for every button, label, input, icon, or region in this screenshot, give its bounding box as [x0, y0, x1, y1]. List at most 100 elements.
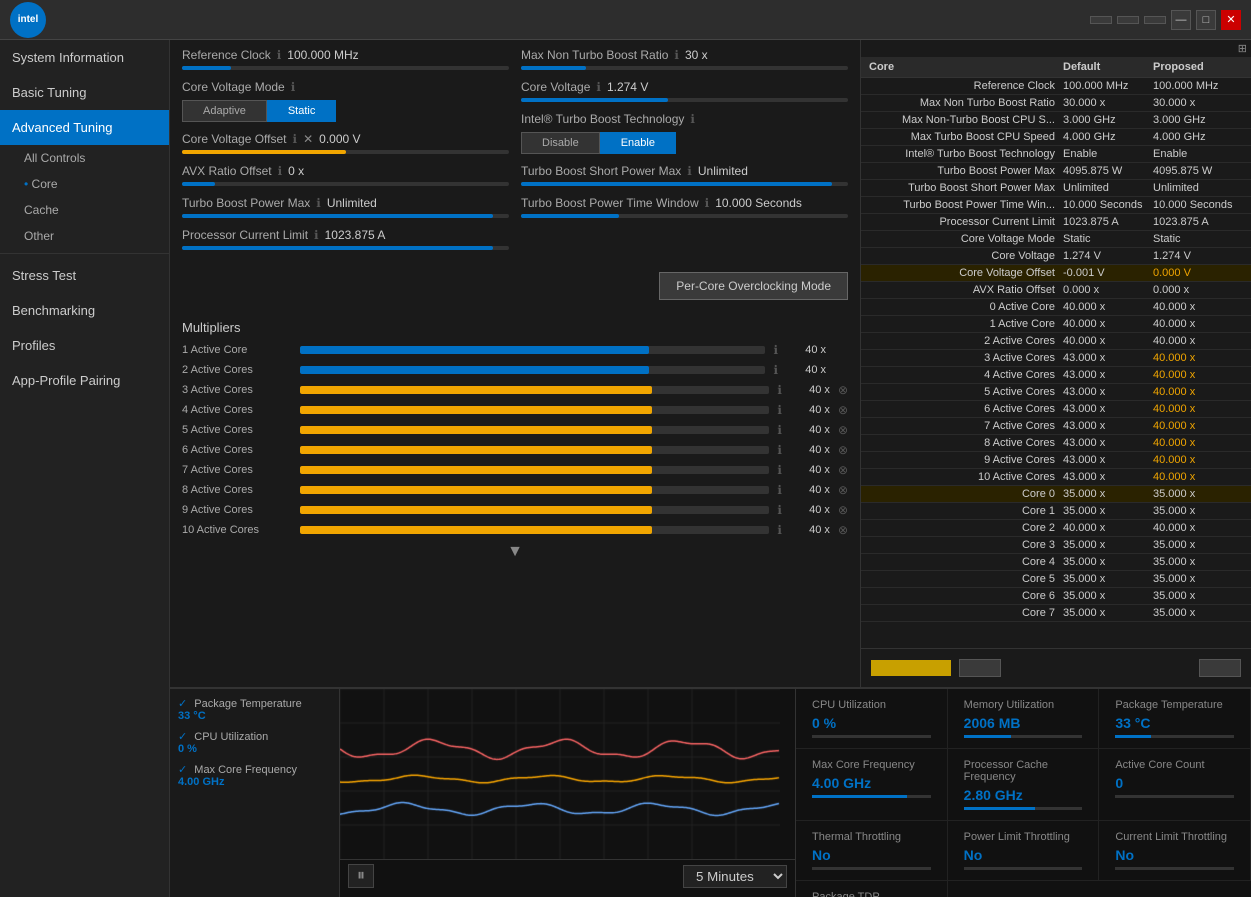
multiplier-bar-10[interactable] [300, 526, 769, 534]
multiplier-info-icon-6[interactable]: ℹ [777, 443, 782, 457]
stat-memory-utilization: Memory Utilization 2006 MB [948, 689, 1100, 749]
max-non-turbo-slider[interactable] [521, 66, 848, 70]
right-row-label-9: Core Voltage Mode [869, 233, 1063, 245]
static-button[interactable]: Static [267, 100, 337, 122]
turbo-boost-time-window-info-icon[interactable]: ℹ [705, 196, 710, 210]
multiplier-reset-icon-9[interactable]: ⊗ [838, 523, 848, 537]
multiplier-info-icon-5[interactable]: ℹ [777, 423, 782, 437]
save-button[interactable] [1199, 659, 1241, 677]
multiplier-bar-7[interactable] [300, 466, 769, 474]
disable-button[interactable]: Disable [521, 132, 600, 154]
multiplier-bar-2[interactable] [300, 366, 765, 374]
right-row-default-0: 100.000 MHz [1063, 80, 1153, 92]
core-voltage-offset-info-icon[interactable]: ℹ [293, 132, 298, 146]
multiplier-reset-icon-8[interactable]: ⊗ [838, 503, 848, 517]
apply-button[interactable] [871, 660, 951, 676]
turbo-boost-power-max-info-icon[interactable]: ℹ [316, 196, 321, 210]
turbo-boost-tech-info-icon[interactable]: ℹ [690, 112, 695, 126]
reference-clock-info-icon[interactable]: ℹ [277, 48, 282, 62]
max-non-turbo-info-icon[interactable]: ℹ [674, 48, 679, 62]
multiplier-info-icon-4[interactable]: ℹ [777, 403, 782, 417]
multiplier-reset-icon-6[interactable]: ⊗ [838, 463, 848, 477]
reference-clock-value: 100.000 MHz [287, 48, 358, 62]
multiplier-info-icon-1[interactable]: ℹ [773, 343, 778, 357]
sidebar-item-benchmarking[interactable]: Benchmarking [0, 293, 169, 328]
multiplier-fill-3 [300, 386, 652, 394]
multiplier-label-2: 2 Active Cores [182, 364, 292, 376]
turbo-boost-short-power-info-icon[interactable]: ℹ [687, 164, 692, 178]
time-range-select[interactable]: 5 Minutes 10 Minutes 30 Minutes [683, 865, 787, 888]
processor-current-limit-info-icon[interactable]: ℹ [314, 228, 319, 242]
right-row-16: 3 Active Cores 43.000 x 40.000 x [861, 350, 1251, 367]
maximize-button[interactable]: □ [1196, 10, 1216, 30]
close-button[interactable]: ✕ [1221, 10, 1241, 30]
core-voltage-info-icon[interactable]: ℹ [596, 80, 601, 94]
enable-button[interactable]: Enable [600, 132, 676, 154]
multiplier-bar-1[interactable] [300, 346, 765, 354]
per-core-container: Per-Core Overclocking Mode [182, 264, 848, 308]
multiplier-info-icon-2[interactable]: ℹ [773, 363, 778, 377]
multiplier-bar-5[interactable] [300, 426, 769, 434]
sidebar-sub-other[interactable]: Other [0, 223, 169, 249]
multiplier-reset-icon-3[interactable]: ⊗ [838, 403, 848, 417]
core-voltage-slider[interactable] [521, 98, 848, 102]
scroll-down-arrow[interactable]: ▼ [182, 543, 848, 561]
multiplier-info-icon-7[interactable]: ℹ [777, 463, 782, 477]
sidebar-item-system-information[interactable]: System Information [0, 40, 169, 75]
core-voltage-offset-slider[interactable] [182, 150, 509, 154]
per-core-overclocking-button[interactable]: Per-Core Overclocking Mode [659, 272, 848, 300]
multiplier-bar-4[interactable] [300, 406, 769, 414]
bottom-monitor-max-core-freq: ✓ Max Core Frequency 4.00 GHz [178, 763, 331, 788]
processor-current-limit-slider[interactable] [182, 246, 509, 250]
turbo-boost-time-window-slider[interactable] [521, 214, 848, 218]
right-row-proposed-29: 35.000 x [1153, 573, 1243, 585]
discard-button[interactable] [959, 659, 1001, 677]
avx-ratio-offset-slider[interactable] [182, 182, 509, 186]
turbo-boost-power-max-slider[interactable] [182, 214, 509, 218]
right-row-default-4: Enable [1063, 148, 1153, 160]
right-row-24: Core 0 35.000 x 35.000 x [861, 486, 1251, 503]
right-row-proposed-11: 0.000 V [1153, 267, 1243, 279]
multiplier-bar-8[interactable] [300, 486, 769, 494]
monitoring-button[interactable] [1117, 16, 1139, 24]
turbo-boost-short-power-slider[interactable] [521, 182, 848, 186]
right-row-default-23: 43.000 x [1063, 471, 1153, 483]
sidebar-sub-cache[interactable]: Cache [0, 197, 169, 223]
col-proposed: Proposed [1153, 61, 1243, 73]
right-row-2: Max Non-Turbo Boost CPU S... 3.000 GHz 3… [861, 112, 1251, 129]
settings-button[interactable] [1144, 16, 1166, 24]
right-row-28: Core 4 35.000 x 35.000 x [861, 554, 1251, 571]
multiplier-reset-icon-2[interactable]: ⊗ [838, 383, 848, 397]
adaptive-button[interactable]: Adaptive [182, 100, 267, 122]
sidebar-item-profiles[interactable]: Profiles [0, 328, 169, 363]
sidebar-sub-all-controls[interactable]: All Controls [0, 145, 169, 171]
multiplier-info-icon-8[interactable]: ℹ [777, 483, 782, 497]
max-core-freq-value: 4.00 GHz [178, 776, 224, 788]
right-row-default-16: 43.000 x [1063, 352, 1153, 364]
pause-button[interactable]: ⏸ [348, 864, 374, 888]
multiplier-bar-3[interactable] [300, 386, 769, 394]
multiplier-reset-icon-4[interactable]: ⊗ [838, 423, 848, 437]
stop-monitors-button[interactable] [1090, 16, 1112, 24]
right-panel-expand-icon[interactable]: ⊞ [1238, 42, 1247, 55]
sidebar-sub-core[interactable]: Core [0, 171, 169, 197]
sidebar-item-stress-test[interactable]: Stress Test [0, 258, 169, 293]
multiplier-info-icon-10[interactable]: ℹ [777, 523, 782, 537]
core-voltage-control: Core Voltage ℹ 1.274 V [521, 80, 848, 102]
avx-ratio-offset-info-icon[interactable]: ℹ [278, 164, 283, 178]
sidebar-item-app-profile-pairing[interactable]: App-Profile Pairing [0, 363, 169, 398]
reference-clock-slider[interactable] [182, 66, 509, 70]
sidebar-item-basic-tuning[interactable]: Basic Tuning [0, 75, 169, 110]
multiplier-reset-icon-5[interactable]: ⊗ [838, 443, 848, 457]
sidebar-item-advanced-tuning[interactable]: Advanced Tuning [0, 110, 169, 145]
core-voltage-offset-reset-icon[interactable]: ✕ [303, 132, 313, 146]
multiplier-reset-icon-7[interactable]: ⊗ [838, 483, 848, 497]
multiplier-info-icon-9[interactable]: ℹ [777, 503, 782, 517]
multiplier-info-icon-3[interactable]: ℹ [777, 383, 782, 397]
right-row-proposed-13: 40.000 x [1153, 301, 1243, 313]
action-row [861, 648, 1251, 687]
core-voltage-mode-info-icon[interactable]: ℹ [291, 80, 296, 94]
minimize-button[interactable]: — [1171, 10, 1191, 30]
multiplier-bar-9[interactable] [300, 506, 769, 514]
multiplier-bar-6[interactable] [300, 446, 769, 454]
